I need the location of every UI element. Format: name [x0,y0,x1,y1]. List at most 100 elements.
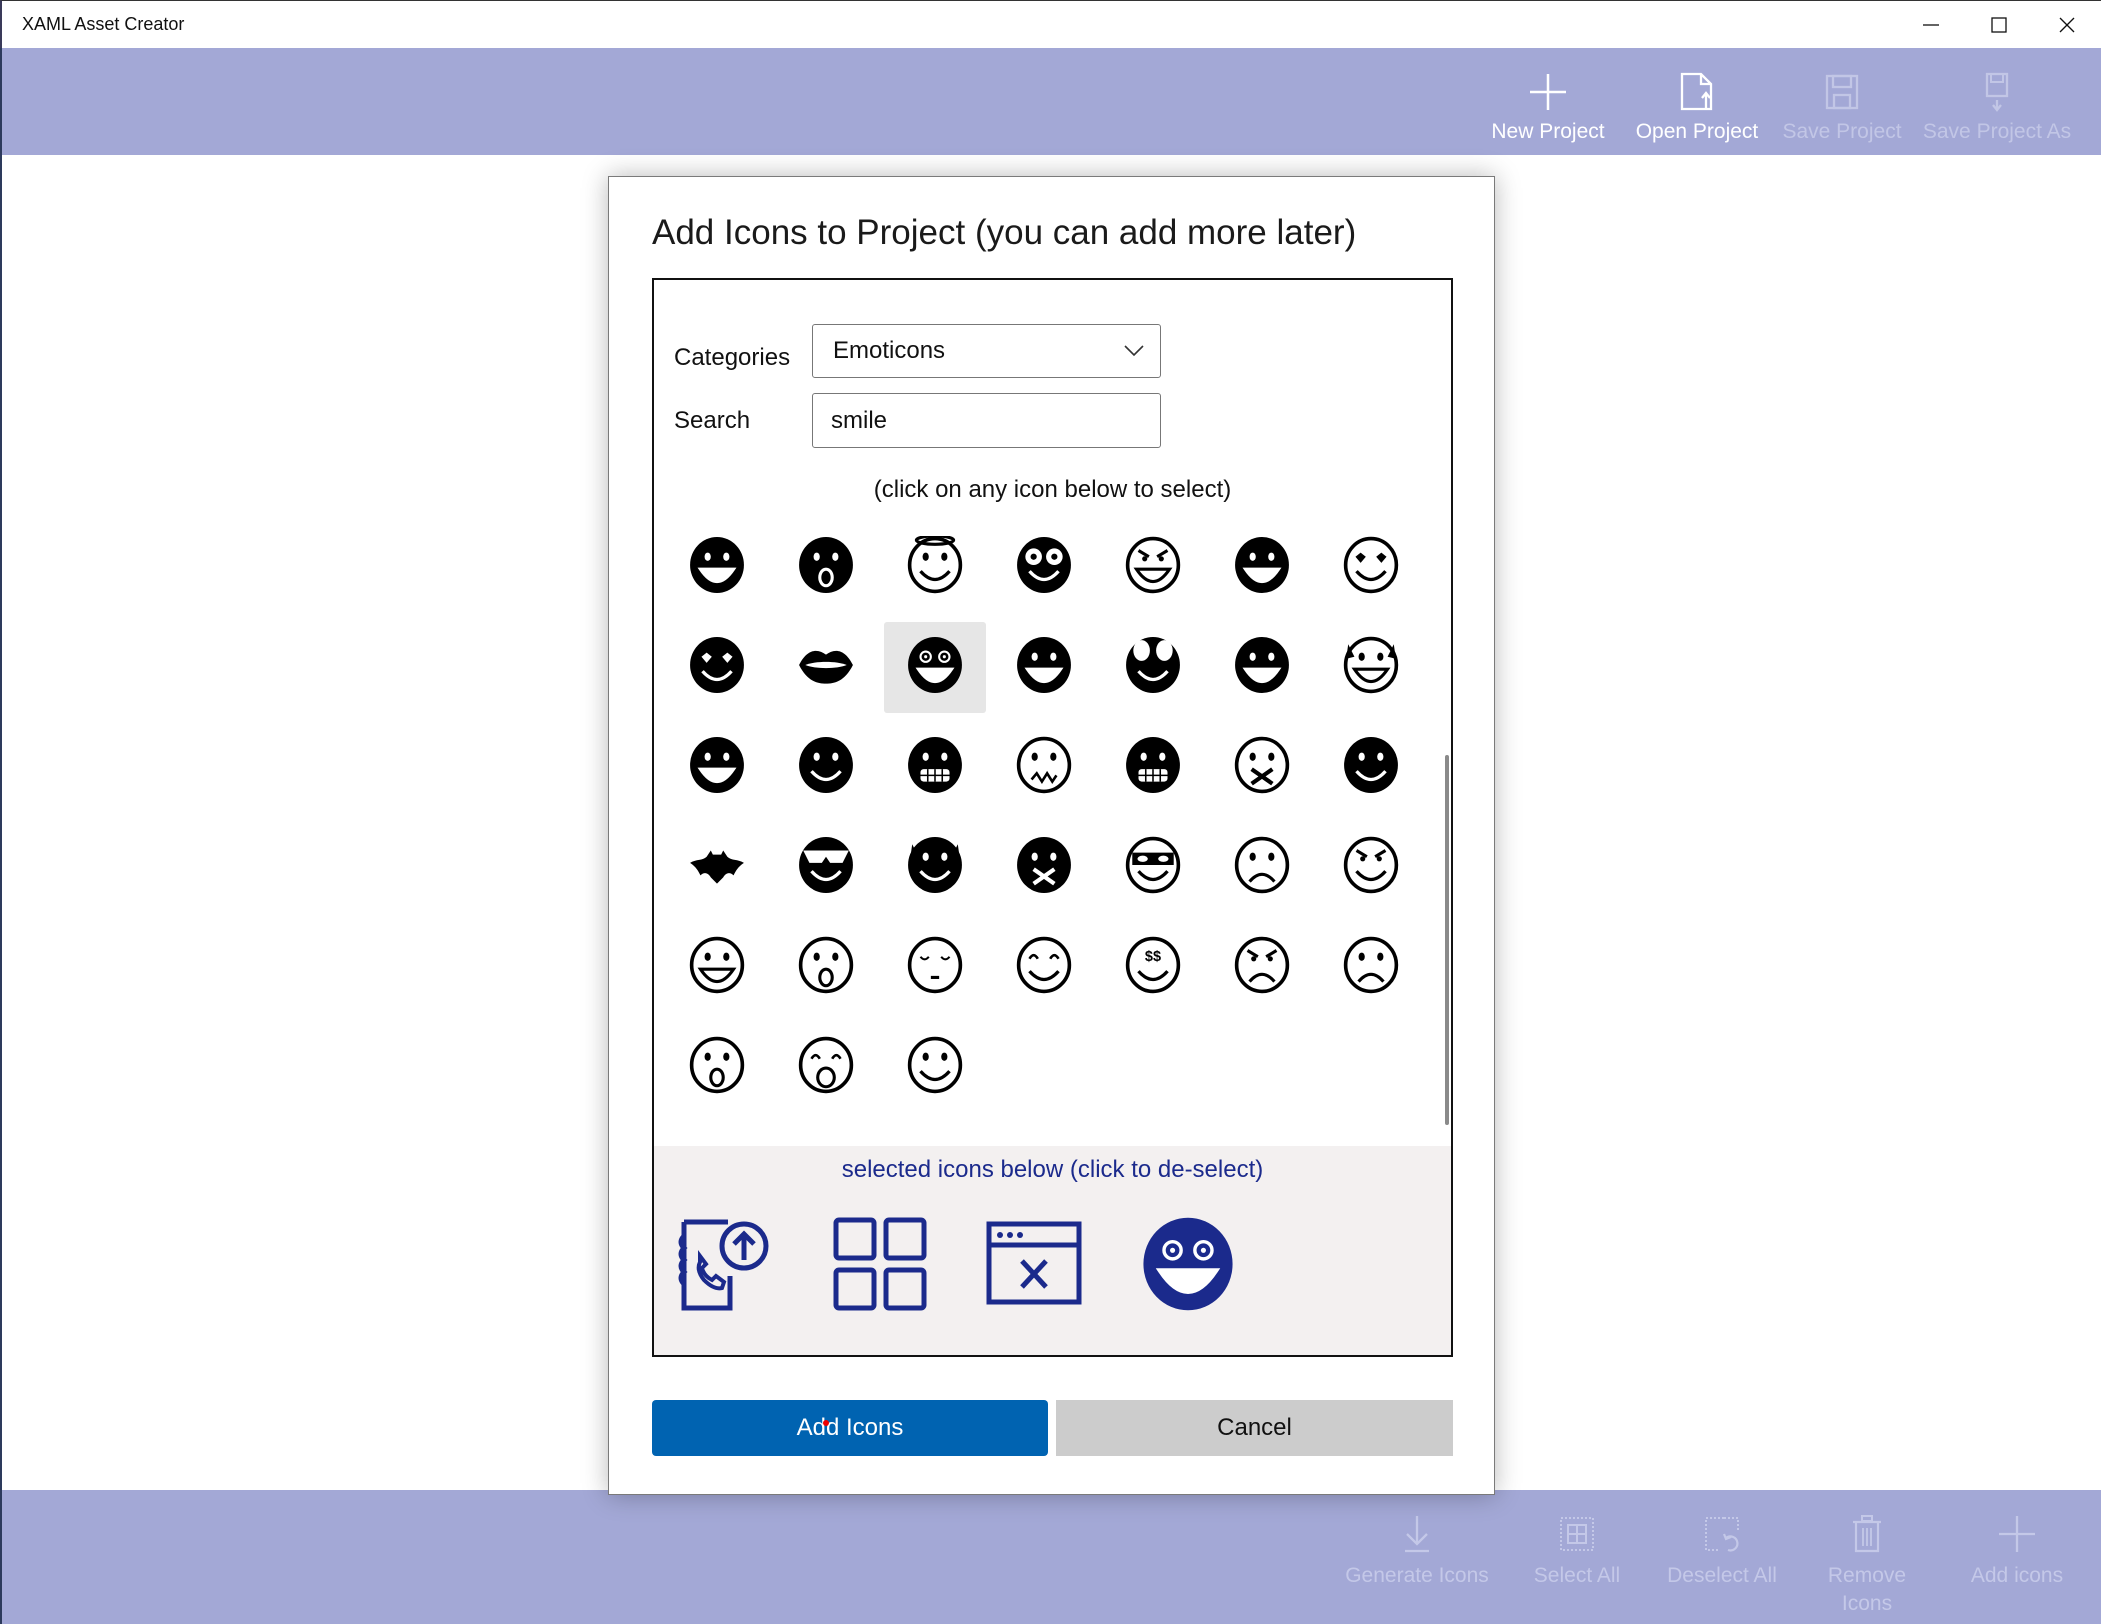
remove-icons-label: Remove Icons [1827,1564,1907,1615]
trash-icon [1853,1515,1881,1553]
deselect-all-label: Deselect All [1667,1564,1777,1587]
icon-grid-cell[interactable] [1211,822,1313,913]
search-label: Search [674,407,751,434]
icon-grid-cell[interactable] [1211,510,1313,513]
icon-grid-cell[interactable] [884,722,986,813]
icon-grid-cell[interactable] [1102,722,1204,813]
icon-grid-cell[interactable] [1211,522,1313,613]
search-input[interactable] [812,393,1161,448]
save-icon [1825,74,1859,110]
icon-grid-cell[interactable] [1320,522,1422,613]
icon-grid-cell[interactable] [884,922,986,1013]
selected-icon-item[interactable] [1138,1216,1238,1316]
gagged-face-icon [1015,836,1073,899]
icon-grid-cell[interactable] [666,922,768,1013]
open-project-label: Open Project [1635,120,1759,143]
icon-grid-cell[interactable] [1102,622,1204,713]
icon-grid-cell[interactable] [666,722,768,813]
select-all-button[interactable]: Select All [1522,1490,1632,1624]
icon-grid-cell[interactable] [1320,722,1422,813]
download-icon [1405,1516,1429,1553]
new-project-button[interactable]: New Project [1490,48,1606,155]
icon-grid-cell[interactable]: $$ [1102,922,1204,1013]
minimize-button[interactable] [1897,1,1965,49]
icon-grid-cell[interactable] [775,1022,877,1113]
masked-face-icon [1124,836,1182,899]
icon-grid-cell[interactable] [666,622,768,713]
app-title: XAML Asset Creator [22,14,185,34]
icon-grid-cell[interactable] [1211,722,1313,813]
icon-grid-cell[interactable] [884,522,986,613]
smoking-face-icon [1342,736,1400,799]
icon-grid-cell[interactable] [884,1022,986,1113]
icon-grid-scrollbar[interactable] [1445,755,1449,1125]
generate-icons-button[interactable]: Generate Icons [1342,1490,1492,1624]
icon-grid-cell[interactable] [884,822,986,913]
selected-icon-item[interactable] [830,1216,930,1316]
icon-grid-cell[interactable] [1211,622,1313,713]
open-project-button[interactable]: Open Project [1632,48,1762,155]
select-all-icon [1560,1517,1594,1551]
maximize-button[interactable] [1965,1,2033,49]
selected-icon-item[interactable] [984,1216,1084,1316]
save-project-as-label: Save Project As [1922,120,2072,143]
grid-hint: (click on any icon below to select) [873,476,1232,503]
icon-grid-cell[interactable] [775,522,877,613]
yawn-face-icon [797,1036,855,1099]
maximize-icon [1991,17,2007,33]
close-button[interactable] [2033,1,2101,49]
smile-filled-icon [797,736,855,799]
add-icons-button[interactable]: Add Icons [652,1400,1048,1456]
icon-grid-cell[interactable] [1102,510,1204,513]
icon-grid-cell[interactable] [884,510,986,513]
icon-grid-viewport: $$ [654,510,1451,1146]
cancel-button[interactable]: Cancel [1056,1400,1453,1456]
sad-face-icon [1233,836,1291,899]
plus-icon [1530,74,1566,110]
icon-grid-cell[interactable] [1211,922,1313,1013]
icon-grid-cell[interactable] [1320,822,1422,913]
icon-grid-cell[interactable] [993,722,1095,813]
goggle-eyes-face-icon [1015,536,1073,599]
icon-picker-panel: Categories Emoticons Search (click on an… [652,278,1453,1357]
save-project-button[interactable]: Save Project [1782,48,1902,155]
categories-dropdown[interactable]: Emoticons [812,324,1161,378]
icon-grid-cell[interactable] [775,622,877,713]
icon-grid-cell[interactable] [666,522,768,613]
icon-grid-cell[interactable] [1102,522,1204,613]
icon-grid-cell[interactable] [775,922,877,1013]
add-icons-toolbar-button[interactable]: Add icons [1957,1490,2077,1624]
remove-icons-button[interactable]: Remove Icons [1812,1490,1922,1624]
icon-grid-cell[interactable] [1320,622,1422,713]
icon-grid-cell[interactable] [775,822,877,913]
deselect-all-icon [1705,1517,1739,1552]
save-project-label: Save Project [1782,120,1902,143]
icon-grid-cell[interactable] [775,510,877,513]
squint-laugh-face-icon [1015,636,1073,699]
icon-grid-cell[interactable] [1320,922,1422,1013]
chevron-down-icon [1124,345,1144,357]
icon-grid-cell[interactable] [775,722,877,813]
devil-cat-icon [906,836,964,899]
dizzy-face-icon [1140,1216,1236,1317]
icon-grid-cell[interactable] [884,622,986,713]
icon-grid-cell[interactable] [1320,510,1422,513]
svg-text:$$: $$ [1145,949,1161,965]
icon-grid-cell[interactable] [993,510,1095,513]
icon-grid-cell[interactable] [666,510,768,513]
tongue-lick-face-icon [1233,536,1291,599]
icon-grid-cell[interactable] [993,922,1095,1013]
big-eyes-face-icon [1124,636,1182,699]
icon-grid-cell[interactable] [666,822,768,913]
heart-eyes-filled-icon [688,636,746,699]
deselect-all-button[interactable]: Deselect All [1660,1490,1784,1624]
save-project-as-button[interactable]: Save Project As [1922,48,2072,155]
icon-grid-cell[interactable] [1102,822,1204,913]
selected-icon-item[interactable] [676,1216,776,1316]
icon-grid-cell[interactable] [993,622,1095,713]
icon-grid-cell[interactable] [666,1022,768,1113]
simple-smile-icon [906,1036,964,1099]
icon-grid-cell[interactable] [993,522,1095,613]
add-icons-toolbar-label: Add icons [1970,1564,2064,1587]
icon-grid-cell[interactable] [993,822,1095,913]
